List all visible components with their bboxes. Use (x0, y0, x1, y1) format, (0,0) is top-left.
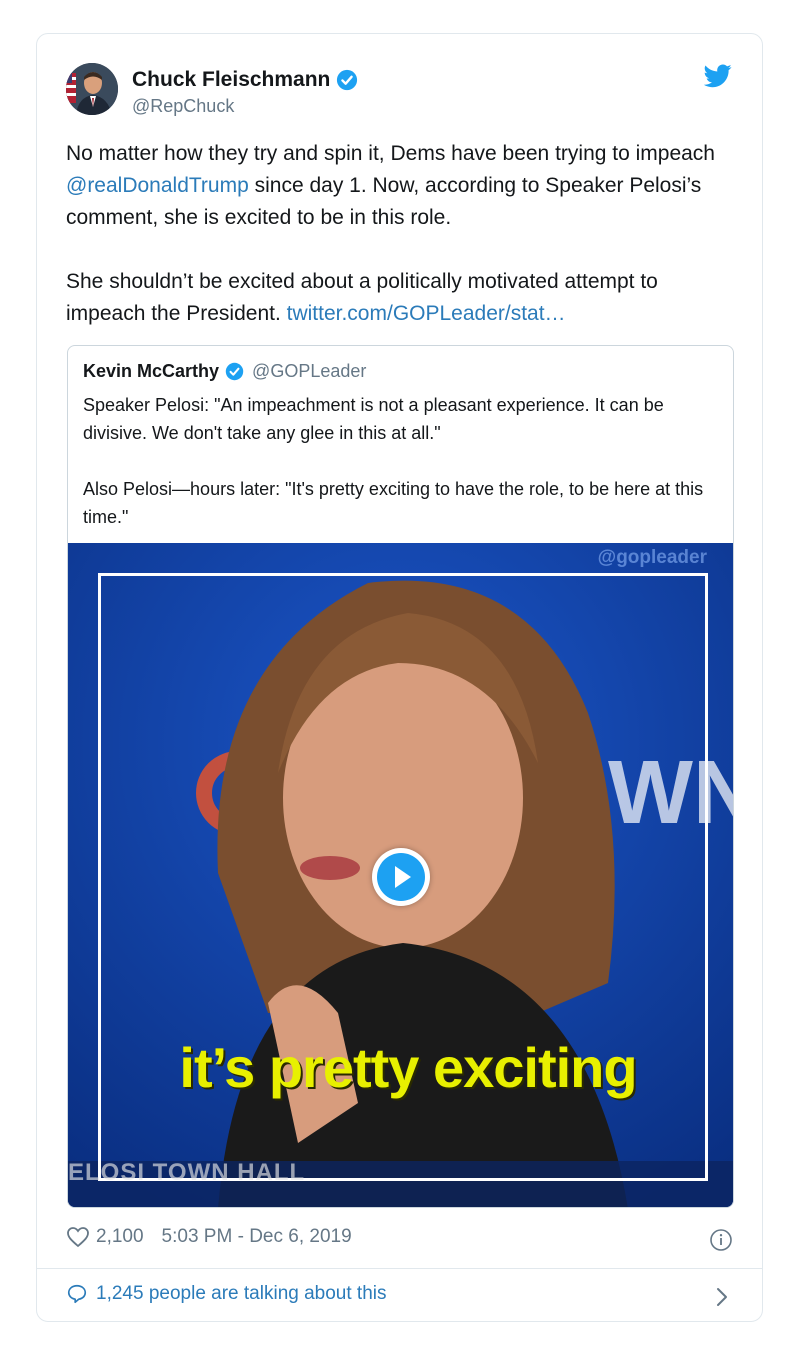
tweet-meta: 2,100 5:03 PM - Dec 6, 2019 (66, 1226, 352, 1248)
heart-icon[interactable] (66, 1226, 90, 1248)
footer-divider (37, 1268, 762, 1269)
avatar[interactable] (66, 63, 118, 115)
quoted-paragraph-1: Speaker Pelosi: "An impeachment is not a… (83, 395, 664, 443)
quoted-author-name[interactable]: Kevin McCarthy (83, 361, 219, 382)
verified-badge-icon (337, 69, 358, 91)
chevron-right-icon[interactable] (715, 1286, 729, 1308)
play-icon (377, 853, 425, 901)
author-block[interactable]: Chuck Fleischmann @RepChuck (132, 68, 358, 117)
quoted-author-row[interactable]: Kevin McCarthy @GOPLeader (83, 361, 366, 382)
quoted-tweet[interactable]: Kevin McCarthy @GOPLeader Speaker Pelosi… (67, 345, 734, 1208)
verified-badge-icon (225, 362, 244, 381)
video-lower-third: ELOSI TOWN HALL (68, 1159, 306, 1186)
author-name[interactable]: Chuck Fleischmann (132, 68, 330, 92)
tweet-text: No matter how they try and spin it, Dems… (66, 138, 736, 330)
conversation-count[interactable]: 1,245 people are talking about this (96, 1283, 387, 1305)
conversation-link[interactable]: 1,245 people are talking about this (66, 1283, 387, 1305)
tweet-timestamp[interactable]: 5:03 PM - Dec 6, 2019 (162, 1226, 352, 1248)
video-player[interactable]: WN @gopleader it’s pretty exciting ELOSI… (68, 543, 733, 1207)
author-name-row[interactable]: Chuck Fleischmann (132, 68, 358, 92)
tweet-text-part: No matter how they try and spin it, Dems… (66, 142, 715, 165)
video-watermark: @gopleader (597, 547, 707, 568)
speech-bubble-icon (67, 1284, 87, 1304)
like-count[interactable]: 2,100 (96, 1226, 144, 1248)
quoted-text: Speaker Pelosi: "An impeachment is not a… (83, 391, 713, 531)
tweet-paragraph-1: No matter how they try and spin it, Dems… (66, 138, 736, 234)
twitter-bird-icon[interactable] (704, 64, 732, 88)
mention-link[interactable]: @realDonaldTrump (66, 174, 249, 197)
tweet-paragraph-2: She shouldn’t be excited about a politic… (66, 266, 736, 330)
quoted-tweet-link[interactable]: twitter.com/GOPLeader/stat… (287, 302, 566, 325)
quoted-paragraph-2: Also Pelosi—hours later: "It's pretty ex… (83, 479, 704, 527)
video-caption: it’s pretty exciting (179, 1036, 637, 1099)
tweet-card: Chuck Fleischmann @RepChuck No matter ho… (36, 33, 763, 1322)
author-handle[interactable]: @RepChuck (132, 96, 358, 117)
quoted-author-handle[interactable]: @GOPLeader (252, 361, 366, 382)
info-icon[interactable] (709, 1228, 733, 1252)
play-button[interactable] (372, 848, 430, 906)
